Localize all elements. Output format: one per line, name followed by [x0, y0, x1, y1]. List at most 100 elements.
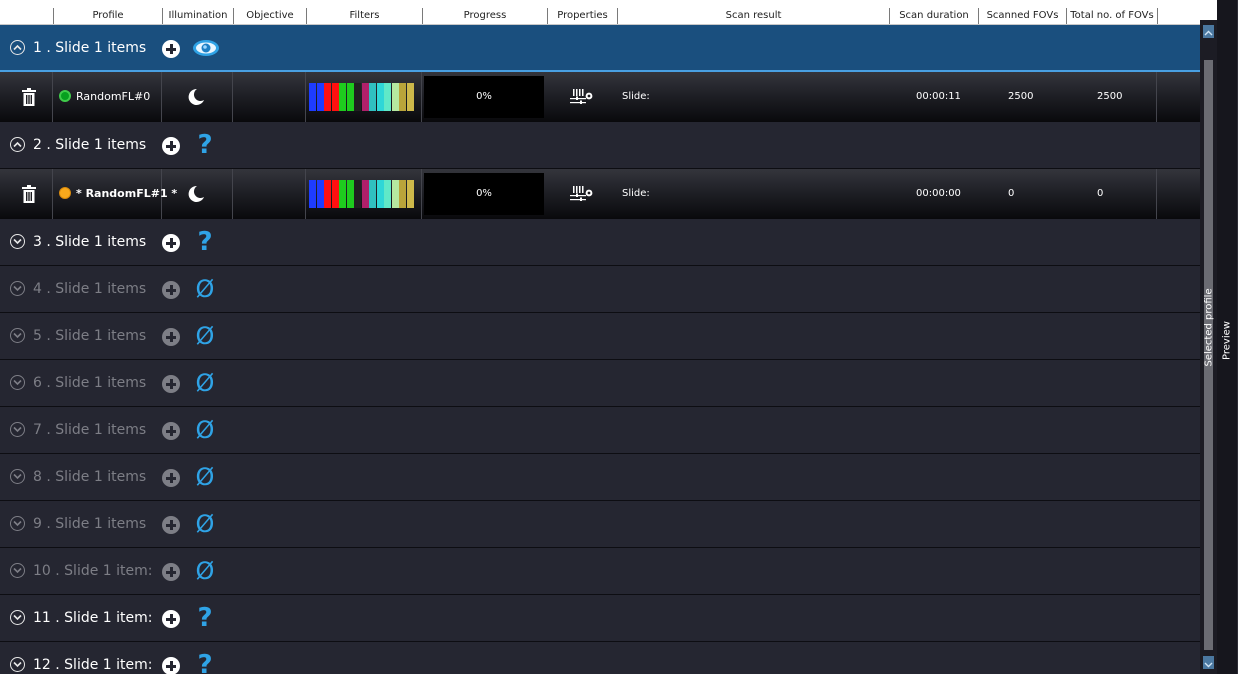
filter-color-swatch [384, 83, 391, 111]
expand-chevron-icon[interactable] [10, 375, 25, 390]
column-separator[interactable] [1157, 8, 1158, 24]
column-header-scan-duration[interactable]: Scan duration [890, 8, 978, 24]
properties-icon[interactable] [570, 184, 594, 204]
slide-row[interactable]: 3 . Slide 1 items? [0, 219, 1200, 266]
expand-chevron-icon[interactable] [10, 610, 25, 625]
filter-color-swatch [391, 180, 399, 208]
collapse-chevron-icon[interactable] [10, 137, 25, 152]
collapse-chevron-icon[interactable] [10, 40, 25, 55]
filter-color-swatch [309, 83, 316, 111]
column-header: Profile Illumination Objective Filters P… [0, 0, 1200, 25]
expand-chevron-icon[interactable] [10, 281, 25, 296]
slide-row[interactable]: 11 . Slide 1 item:? [0, 595, 1200, 642]
slide-row[interactable]: 12 . Slide 1 item:? [0, 642, 1200, 674]
add-profile-icon[interactable] [162, 40, 180, 58]
filter-color-swatch [376, 180, 384, 208]
slide-title: 9 . Slide 1 items [33, 516, 147, 532]
filter-color-swatch [316, 83, 324, 111]
profile-name[interactable]: RandomFL#0 [59, 72, 150, 122]
slide-row[interactable]: 10 . Slide 1 item: Ø [0, 548, 1200, 595]
empty-set-icon[interactable]: Ø [190, 509, 220, 539]
add-profile-icon[interactable] [162, 469, 180, 487]
total-fovs: 0 [1097, 188, 1104, 199]
filter-color-swatch [399, 180, 406, 208]
column-header-filters[interactable]: Filters [307, 8, 422, 24]
add-profile-icon[interactable] [162, 422, 180, 440]
eye-icon[interactable] [192, 39, 220, 57]
profile-name[interactable]: * RandomFL#1 * [59, 169, 177, 219]
column-header-properties[interactable]: Properties [548, 8, 617, 24]
add-profile-icon[interactable] [162, 137, 180, 155]
slide-row[interactable]: 6 . Slide 1 items Ø [0, 360, 1200, 407]
question-icon[interactable]: ? [190, 650, 220, 674]
trash-icon[interactable] [22, 185, 36, 203]
add-profile-icon[interactable] [162, 563, 180, 581]
filter-color-swatch [324, 83, 331, 111]
question-icon[interactable]: ? [190, 603, 220, 633]
profile-row[interactable]: RandomFL#0 0% Slide: 00:00:11 2500 2500 [0, 72, 1200, 122]
moon-icon[interactable] [186, 87, 206, 107]
column-divider [1157, 169, 1200, 219]
add-profile-icon[interactable] [162, 610, 180, 628]
empty-set-icon[interactable]: Ø [190, 368, 220, 398]
moon-icon[interactable] [186, 184, 206, 204]
slide-row[interactable]: 4 . Slide 1 items Ø [0, 266, 1200, 313]
slide-row[interactable]: 2 . Slide 1 items? [0, 122, 1200, 169]
slide-row[interactable]: 9 . Slide 1 items Ø [0, 501, 1200, 548]
tab-preview[interactable]: Preview [1222, 321, 1233, 361]
properties-icon[interactable] [570, 87, 594, 107]
column-header-total-fovs[interactable]: Total no. of FOVs [1067, 8, 1157, 24]
slide-row[interactable]: 7 . Slide 1 items Ø [0, 407, 1200, 454]
empty-set-icon[interactable]: Ø [190, 462, 220, 492]
column-header-progress[interactable]: Progress [423, 8, 547, 24]
expand-chevron-icon[interactable] [10, 328, 25, 343]
trash-icon[interactable] [22, 88, 36, 106]
empty-set-icon[interactable]: Ø [190, 556, 220, 586]
filter-color-swatch [331, 83, 339, 111]
add-profile-icon[interactable] [162, 234, 180, 252]
add-profile-icon[interactable] [162, 657, 180, 674]
empty-set-icon[interactable]: Ø [190, 274, 220, 304]
expand-chevron-icon[interactable] [10, 234, 25, 249]
column-header-scan-result[interactable]: Scan result [618, 8, 889, 24]
slide-title: 7 . Slide 1 items [33, 422, 147, 438]
empty-set-icon[interactable]: Ø [190, 415, 220, 445]
filter-color-swatch [354, 83, 361, 111]
filter-color-swatch [346, 180, 354, 208]
expand-chevron-icon[interactable] [10, 516, 25, 531]
column-header-illumination[interactable]: Illumination [163, 8, 233, 24]
scroll-down-arrow-icon[interactable] [1203, 656, 1214, 669]
empty-set-icon[interactable]: Ø [190, 321, 220, 351]
question-icon[interactable]: ? [190, 130, 220, 160]
column-header-scanned-fovs[interactable]: Scanned FOVs [979, 8, 1066, 24]
profile-row[interactable]: * RandomFL#1 * 0% Slide: 00:00:00 0 0 [0, 169, 1200, 219]
slide-row[interactable]: 5 . Slide 1 items Ø [0, 313, 1200, 360]
slide-row[interactable]: 8 . Slide 1 items Ø [0, 454, 1200, 501]
add-profile-icon[interactable] [162, 516, 180, 534]
scroll-up-arrow-icon[interactable] [1203, 25, 1214, 38]
slide-list: 1 . Slide 1 items RandomFL#0 0% Slide: 00:00… [0, 25, 1200, 674]
scrollbar-thumb[interactable] [1204, 60, 1213, 650]
question-icon[interactable]: ? [190, 227, 220, 257]
preview-panel: Preview [1217, 0, 1238, 674]
slide-row[interactable]: 1 . Slide 1 items [0, 25, 1200, 72]
expand-chevron-icon[interactable] [10, 469, 25, 484]
add-profile-icon[interactable] [162, 328, 180, 346]
slide-title: 2 . Slide 1 items [33, 137, 147, 153]
progress-text: 0% [476, 91, 492, 102]
expand-chevron-icon[interactable] [10, 422, 25, 437]
vertical-scrollbar[interactable] [1200, 20, 1217, 674]
filter-color-swatch [361, 180, 369, 208]
filter-color-swatch [361, 83, 369, 111]
slide-title: 10 . Slide 1 item: [33, 563, 153, 579]
filter-color-swatch [384, 180, 391, 208]
expand-chevron-icon[interactable] [10, 563, 25, 578]
add-profile-icon[interactable] [162, 281, 180, 299]
scan-duration: 00:00:11 [916, 91, 961, 102]
scan-duration: 00:00:00 [916, 188, 961, 199]
expand-chevron-icon[interactable] [10, 657, 25, 672]
add-profile-icon[interactable] [162, 375, 180, 393]
column-header-objective[interactable]: Objective [234, 8, 306, 24]
filter-color-swatch [324, 180, 331, 208]
column-header-profile[interactable]: Profile [54, 8, 162, 24]
